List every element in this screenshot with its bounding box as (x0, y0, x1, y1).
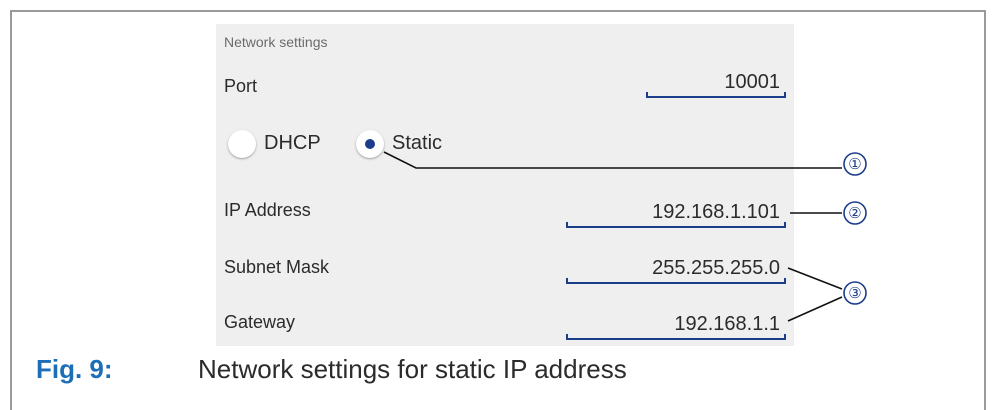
callout-line-1 (383, 151, 842, 169)
callout-line-3b (787, 296, 843, 322)
callout-line-3a (787, 267, 843, 290)
figure-caption-label: Fig. 9: (36, 354, 113, 384)
callout-layer: ① ② ③ (383, 151, 867, 322)
callout-number-3: ③ (848, 285, 861, 302)
figure-caption-text: Network settings for static IP address (198, 354, 627, 384)
callout-number-2: ② (848, 205, 861, 222)
callout-number-1: ① (848, 156, 861, 173)
